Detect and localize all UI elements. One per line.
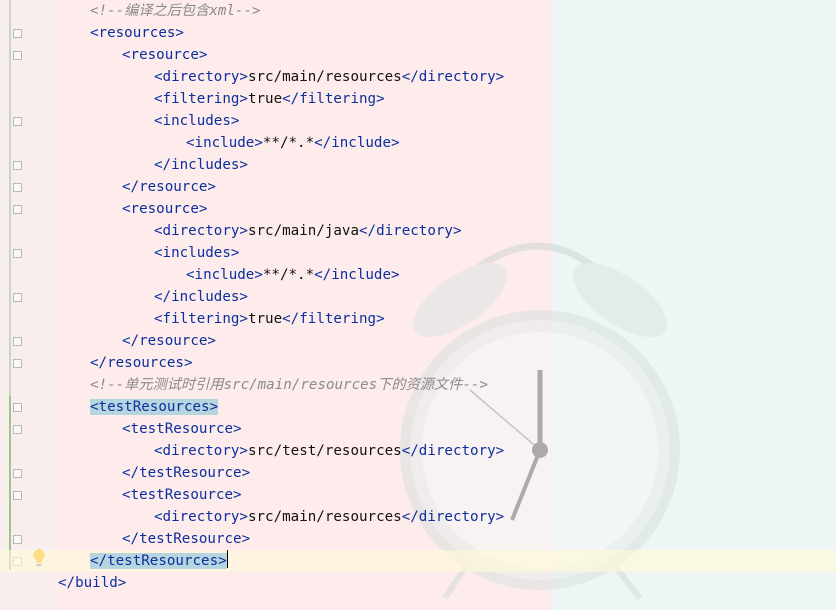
code-line[interactable]: <include>**/*.*</include> xyxy=(0,132,836,154)
xml-tag: <includes> xyxy=(154,245,240,261)
xml-tag: <resource> xyxy=(122,47,208,63)
code-line-text: <!--单元测试时引用src/main/resources下的资源文件--> xyxy=(90,374,488,396)
xml-close-tag: </directory> xyxy=(401,69,505,85)
code-line-text: <directory>src/main/java</directory> xyxy=(154,220,462,242)
xml-close-tag: </include> xyxy=(314,267,400,283)
code-line[interactable]: <testResources> xyxy=(0,396,836,418)
code-line-text: <directory>src/main/resources</directory… xyxy=(154,506,504,528)
code-line[interactable]: <includes> xyxy=(0,110,836,132)
xml-close-tag: </include> xyxy=(314,135,400,151)
xml-tag: </includes> xyxy=(154,157,248,173)
code-line[interactable]: <testResource> xyxy=(0,418,836,440)
xml-tag: </resource> xyxy=(122,333,216,349)
text-caret xyxy=(226,550,229,568)
code-line[interactable]: </resource> xyxy=(0,330,836,352)
xml-tag: </testResources> xyxy=(90,553,227,569)
code-line-text: <directory>src/test/resources</directory… xyxy=(154,440,504,462)
code-line-text: </resource> xyxy=(122,330,216,352)
xml-comment: <!--单元测试时引用src/main/resources下的资源文件--> xyxy=(90,377,488,393)
xml-tag: <includes> xyxy=(154,113,240,129)
code-line[interactable]: <resources> xyxy=(0,22,836,44)
code-line[interactable]: <directory>src/main/resources</directory… xyxy=(0,66,836,88)
code-line-text: </build> xyxy=(58,572,126,594)
xml-open-tag: <filtering> xyxy=(154,91,248,107)
xml-tag: </testResource> xyxy=(122,531,251,547)
xml-close-tag: </directory> xyxy=(359,223,462,239)
xml-close-tag: </directory> xyxy=(401,509,505,525)
code-line-text: <testResources> xyxy=(90,396,219,418)
code-line-text: <resource> xyxy=(122,44,207,66)
code-line-text: <testResource> xyxy=(122,418,242,440)
code-line-text: <include>**/*.*</include> xyxy=(186,132,400,154)
xml-tag: </includes> xyxy=(154,289,248,305)
xml-comment: <!--编译之后包含xml--> xyxy=(90,3,261,19)
xml-text-value: **/*.* xyxy=(262,135,315,151)
code-line-text: </testResource> xyxy=(122,462,250,484)
code-line-text: <include>**/*.*</include> xyxy=(186,264,400,286)
xml-tag: </resource> xyxy=(122,179,216,195)
code-line[interactable]: <resource> xyxy=(0,44,836,66)
code-line[interactable]: </includes> xyxy=(0,286,836,308)
xml-tag: <testResources> xyxy=(90,399,219,415)
xml-tag: <testResource> xyxy=(122,421,242,437)
code-line-text: </includes> xyxy=(154,286,248,308)
code-line-text: <filtering>true</filtering> xyxy=(154,88,385,110)
code-line[interactable]: </testResources> xyxy=(0,550,836,572)
xml-open-tag: <include> xyxy=(186,135,263,151)
code-line[interactable]: <testResource> xyxy=(0,484,836,506)
xml-close-tag: </directory> xyxy=(401,443,505,459)
xml-tag: </build> xyxy=(58,575,127,591)
code-line[interactable]: <filtering>true</filtering> xyxy=(0,308,836,330)
code-line[interactable]: <!--编译之后包含xml--> xyxy=(0,0,836,22)
xml-open-tag: <filtering> xyxy=(154,311,248,327)
code-line[interactable]: </build> xyxy=(0,572,836,594)
xml-close-tag: </filtering> xyxy=(282,311,385,327)
code-line[interactable]: <filtering>true</filtering> xyxy=(0,88,836,110)
xml-open-tag: <directory> xyxy=(154,443,248,459)
xml-tag: </testResource> xyxy=(122,465,251,481)
code-line-text: <resource> xyxy=(122,198,207,220)
xml-text-value: true xyxy=(247,91,283,107)
code-line-text: <filtering>true</filtering> xyxy=(154,308,385,330)
code-line[interactable]: <!--单元测试时引用src/main/resources下的资源文件--> xyxy=(0,374,836,396)
xml-tag: <resource> xyxy=(122,201,208,217)
xml-text-value: src/main/resources xyxy=(247,509,402,525)
code-line[interactable]: <directory>src/main/java</directory> xyxy=(0,220,836,242)
xml-open-tag: <directory> xyxy=(154,69,248,85)
code-line-text: <directory>src/main/resources</directory… xyxy=(154,66,504,88)
code-line[interactable]: <directory>src/test/resources</directory… xyxy=(0,440,836,462)
xml-open-tag: <directory> xyxy=(154,509,248,525)
code-line[interactable]: </resources> xyxy=(0,352,836,374)
xml-text-value: **/*.* xyxy=(262,267,315,283)
xml-text-value: src/main/java xyxy=(247,223,360,239)
xml-text-value: src/main/resources xyxy=(247,69,402,85)
code-line[interactable]: <includes> xyxy=(0,242,836,264)
code-line-text: </resource> xyxy=(122,176,216,198)
code-line[interactable]: <include>**/*.*</include> xyxy=(0,264,836,286)
code-line-text: </testResource> xyxy=(122,528,250,550)
code-line-text: <!--编译之后包含xml--> xyxy=(90,0,261,22)
code-line[interactable]: </includes> xyxy=(0,154,836,176)
code-line-text: </includes> xyxy=(154,154,248,176)
xml-text-value: src/test/resources xyxy=(247,443,402,459)
code-line-text: <testResource> xyxy=(122,484,242,506)
code-line[interactable]: </resource> xyxy=(0,176,836,198)
code-line[interactable]: <directory>src/main/resources</directory… xyxy=(0,506,836,528)
xml-close-tag: </filtering> xyxy=(282,91,385,107)
code-line-text: <resources> xyxy=(90,22,184,44)
xml-open-tag: <include> xyxy=(186,267,263,283)
xml-text-value: true xyxy=(247,311,283,327)
code-line-text: <includes> xyxy=(154,242,239,264)
code-line[interactable]: </testResource> xyxy=(0,462,836,484)
code-line[interactable]: <resource> xyxy=(0,198,836,220)
xml-tag: <resources> xyxy=(90,25,184,41)
code-line-text: <includes> xyxy=(154,110,239,132)
xml-tag: </resources> xyxy=(90,355,193,371)
code-line-text: </resources> xyxy=(90,352,193,374)
code-line-text: </testResources> xyxy=(90,550,229,572)
xml-tag: <testResource> xyxy=(122,487,242,503)
xml-open-tag: <directory> xyxy=(154,223,248,239)
code-line[interactable]: </testResource> xyxy=(0,528,836,550)
